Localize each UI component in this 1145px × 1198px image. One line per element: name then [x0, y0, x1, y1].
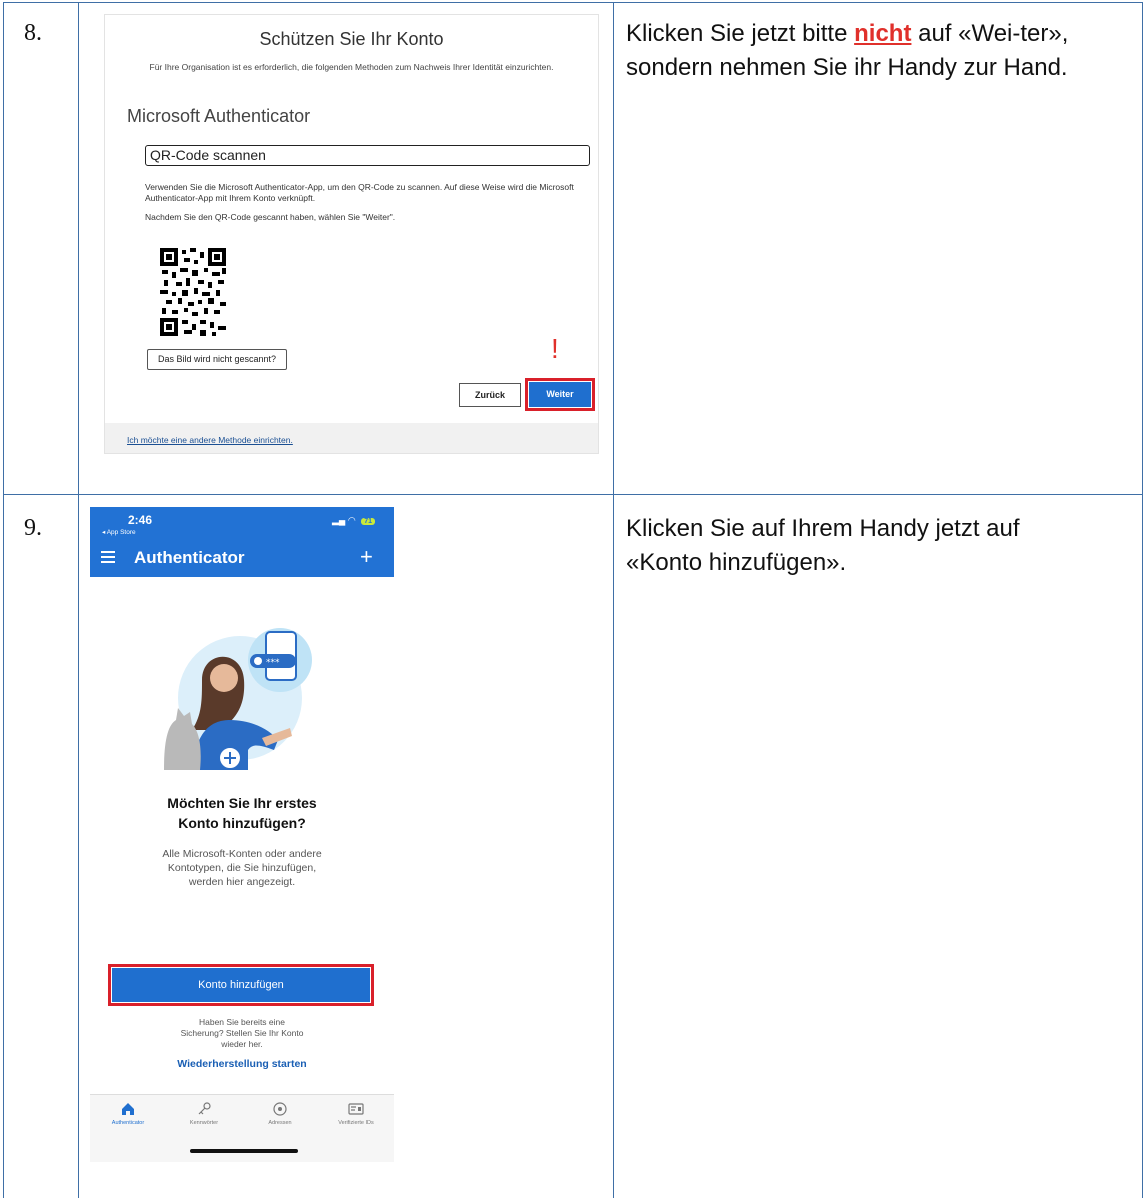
- hamburger-menu-icon[interactable]: [101, 551, 115, 563]
- tab-addresses[interactable]: Adressen: [242, 1102, 318, 1126]
- tab-authenticator[interactable]: Authenticator: [90, 1102, 166, 1126]
- step-number: 8.: [24, 20, 42, 46]
- step-instruction: Klicken Sie jetzt bitte nicht auf «Wei-t…: [626, 17, 1136, 85]
- web-screenshot: Schützen Sie Ihr Konto Für Ihre Organisa…: [104, 14, 599, 454]
- svg-text:***: ***: [266, 658, 280, 668]
- next-button[interactable]: Weiter: [529, 382, 591, 407]
- wifi-icon: ◠: [347, 515, 356, 525]
- back-to-app-store[interactable]: ◂ App Store: [102, 528, 136, 536]
- status-icons: ▂▄ ◠ 71: [332, 515, 375, 526]
- qr-code-image: [160, 248, 226, 336]
- tab-label: Adressen: [268, 1120, 292, 1126]
- status-time: 2:46: [128, 513, 153, 527]
- exclamation-mark: !: [551, 333, 559, 364]
- app-header: 2:46 ◂ App Store ▂▄ ◠ 71 Authenticator +: [90, 507, 394, 577]
- id-card-icon: [348, 1103, 364, 1115]
- home-indicator: [190, 1149, 298, 1153]
- phone-screenshot: 2:46 ◂ App Store ▂▄ ◠ 71 Authenticator +…: [90, 507, 394, 1162]
- table-border-right: [1142, 2, 1143, 1198]
- empty-state-heading: Möchten Sie Ihr erstes Konto hinzufügen?: [167, 795, 317, 831]
- tab-passwords[interactable]: Kennwörter: [166, 1102, 242, 1126]
- method-title: Microsoft Authenticator: [127, 106, 311, 126]
- instruction-paragraph: Verwenden Sie die Microsoft Authenticato…: [145, 182, 574, 203]
- step-number: 9.: [24, 515, 42, 541]
- emphasis-text: nicht: [854, 20, 912, 47]
- app-title: Authenticator: [134, 548, 245, 567]
- image-not-scanned-button[interactable]: Das Bild wird nicht gescannt?: [147, 349, 287, 370]
- table-border-top: [3, 2, 1143, 3]
- key-icon: [198, 1102, 211, 1115]
- page-title: Schützen Sie Ihr Konto: [259, 29, 444, 49]
- signal-icon: ▂▄: [332, 515, 346, 525]
- instruction-text: Klicken Sie jetzt bitte: [626, 20, 855, 47]
- table-border-col1: [78, 2, 79, 1198]
- section-label: QR-Code scannen: [145, 145, 590, 166]
- page-subtitle: Für Ihre Organisation ist es erforderlic…: [149, 62, 554, 72]
- battery-icon: 71: [361, 518, 375, 525]
- tab-label: Authenticator: [111, 1120, 145, 1126]
- table-border-col2: [613, 2, 614, 1198]
- table-border-left: [3, 2, 4, 1198]
- add-account-button[interactable]: Konto hinzufügen: [112, 968, 370, 1002]
- home-icon: [122, 1103, 134, 1115]
- backup-text: Haben Sie bereits eine Sicherung? Stelle…: [180, 1017, 304, 1049]
- onboarding-illustration: ***: [164, 628, 312, 770]
- empty-state-description: Alle Microsoft-Konten oder andere Kontot…: [162, 848, 322, 888]
- add-icon[interactable]: +: [360, 544, 373, 570]
- location-pin-icon: [273, 1102, 287, 1116]
- tab-verified-ids[interactable]: Verifizierte IDs: [318, 1102, 394, 1126]
- table-border-middle: [3, 494, 1143, 495]
- back-button[interactable]: Zurück: [459, 383, 521, 407]
- other-method-link[interactable]: Ich möchte eine andere Methode einrichte…: [127, 435, 293, 445]
- restore-link[interactable]: Wiederherstellung starten: [90, 1058, 394, 1070]
- step-instruction: Klicken Sie auf Ihrem Handy jetzt auf «K…: [626, 515, 1020, 576]
- instruction-paragraph: Nachdem Sie den QR-Code gescannt haben, …: [145, 212, 396, 222]
- tab-label: Verifizierte IDs: [338, 1120, 374, 1126]
- tab-label: Kennwörter: [189, 1120, 219, 1126]
